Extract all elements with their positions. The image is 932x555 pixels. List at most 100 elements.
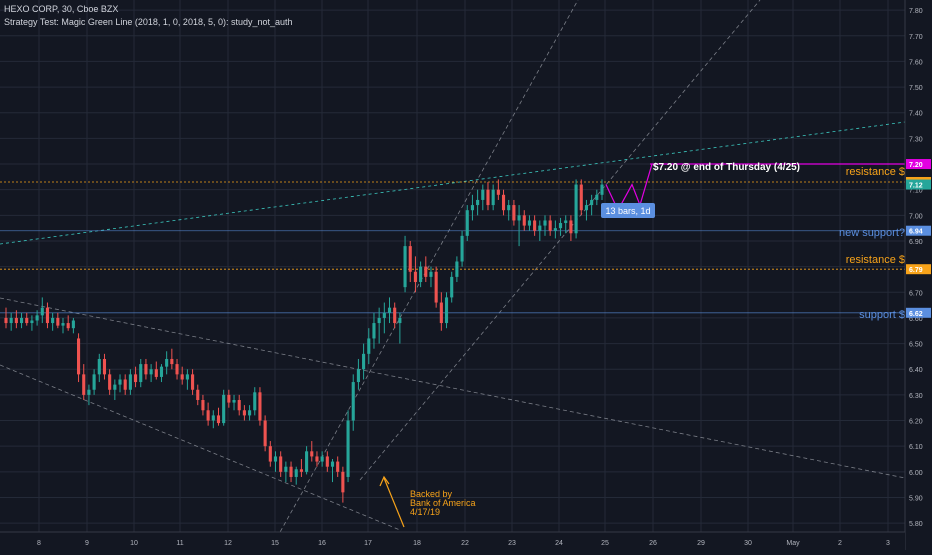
candle bbox=[87, 389, 91, 395]
candle bbox=[460, 235, 464, 262]
level-target-badge-label: 7.20 bbox=[909, 162, 923, 169]
price-tick-label: 6.30 bbox=[909, 393, 923, 400]
candle bbox=[253, 392, 257, 411]
candle bbox=[144, 364, 148, 375]
candle bbox=[14, 317, 18, 324]
time-tick-label: 16 bbox=[318, 540, 326, 547]
candle bbox=[444, 297, 449, 324]
candle bbox=[553, 228, 557, 231]
price-tick-label: 6.90 bbox=[909, 239, 923, 246]
candle bbox=[92, 374, 96, 390]
projection-box-label: 13 bars, 1d bbox=[605, 206, 650, 216]
candle bbox=[149, 369, 153, 375]
candle bbox=[77, 338, 81, 375]
candlestick-chart[interactable]: $7.20 @ end of Thursday (4/25) 13 bars, 1… bbox=[0, 0, 932, 551]
time-tick-label: 10 bbox=[130, 540, 138, 547]
candle bbox=[45, 307, 50, 324]
time-axis: 8 9 10 11 12 15 16 17 18 22 23 24 25 26 29 30 May 2 3 bbox=[0, 531, 905, 550]
time-tick-label: 2 bbox=[838, 540, 842, 547]
candle bbox=[512, 205, 516, 221]
candle bbox=[372, 323, 376, 339]
candle bbox=[170, 358, 174, 365]
time-tick-label: 26 bbox=[649, 540, 657, 547]
support-label: support $ bbox=[859, 309, 905, 321]
candle bbox=[71, 320, 75, 329]
price-tick-label: 6.50 bbox=[909, 342, 923, 349]
candle bbox=[294, 469, 298, 477]
channel-line-lower bbox=[359, 0, 761, 481]
candle bbox=[336, 461, 340, 472]
backed-arrow-shaft bbox=[383, 477, 405, 528]
price-tick-label: 6.10 bbox=[909, 444, 923, 451]
candle bbox=[165, 358, 169, 367]
time-tick-label: 3 bbox=[886, 540, 890, 547]
candle bbox=[25, 317, 29, 324]
candle bbox=[362, 353, 366, 370]
price-tick-label: 5.90 bbox=[909, 495, 923, 502]
candle bbox=[279, 456, 283, 472]
candle bbox=[533, 220, 537, 231]
candle bbox=[356, 369, 360, 383]
candle bbox=[97, 358, 101, 375]
channel-line-upper bbox=[269, 0, 579, 551]
candle bbox=[543, 220, 547, 226]
candle bbox=[325, 456, 329, 467]
candle bbox=[590, 199, 594, 206]
candle bbox=[408, 246, 412, 272]
price-axis-bg bbox=[905, 0, 932, 550]
candle bbox=[159, 366, 164, 377]
price-axis: 5.805.906.006.106.206.306.406.506.606.70… bbox=[904, 0, 932, 550]
candle bbox=[501, 194, 506, 211]
last-price-badge-label: 7.12 bbox=[909, 183, 923, 190]
candle bbox=[517, 215, 521, 221]
backed-arrow-head bbox=[379, 475, 390, 487]
downtrend-line-upper bbox=[0, 297, 906, 479]
time-tick-label: 24 bbox=[555, 540, 563, 547]
candle bbox=[211, 415, 215, 421]
candle bbox=[66, 323, 70, 329]
symbol-title[interactable]: HEXO CORP, 30, Cboe BZX bbox=[4, 4, 118, 14]
price-tick-label: 7.30 bbox=[909, 136, 923, 143]
candle bbox=[558, 223, 563, 229]
candle bbox=[299, 469, 303, 472]
price-tick-label: 5.80 bbox=[909, 521, 923, 528]
chart-area[interactable]: $7.20 @ end of Thursday (4/25) 13 bars, 1… bbox=[0, 0, 932, 551]
candle bbox=[4, 317, 8, 324]
candle bbox=[180, 374, 184, 380]
candle bbox=[579, 184, 583, 211]
candle bbox=[346, 420, 350, 477]
time-tick-label: 15 bbox=[271, 540, 279, 547]
candle bbox=[82, 374, 86, 395]
candle bbox=[40, 307, 44, 316]
candle bbox=[564, 220, 568, 224]
candle bbox=[330, 461, 335, 467]
time-tick-label: 18 bbox=[413, 540, 421, 547]
candle bbox=[476, 199, 480, 206]
candle bbox=[367, 338, 371, 354]
candle bbox=[128, 374, 132, 390]
candle bbox=[118, 379, 122, 385]
candle bbox=[403, 246, 407, 288]
candle bbox=[139, 364, 143, 383]
candle bbox=[439, 302, 443, 324]
candle bbox=[191, 374, 195, 390]
resistance-upper-label: resistance $ bbox=[846, 166, 905, 178]
candle bbox=[595, 194, 599, 200]
candle bbox=[227, 394, 231, 403]
level-support-badge-label: 6.62 bbox=[909, 311, 923, 318]
candle bbox=[507, 205, 511, 211]
candle bbox=[424, 266, 428, 277]
study-legend[interactable]: Strategy Test: Magic Green Line (2018, 1… bbox=[4, 17, 293, 27]
candle bbox=[496, 189, 500, 195]
downtrend-line-lower bbox=[0, 364, 401, 531]
price-tick-label: 7.80 bbox=[909, 8, 923, 15]
time-tick-label: 17 bbox=[364, 540, 372, 547]
candle bbox=[206, 410, 210, 421]
candle bbox=[351, 382, 355, 421]
price-tick-label: 7.60 bbox=[909, 59, 923, 66]
candle bbox=[289, 466, 293, 477]
candle bbox=[382, 312, 386, 318]
candle bbox=[175, 364, 179, 375]
candle bbox=[310, 451, 314, 457]
candle bbox=[486, 189, 490, 206]
